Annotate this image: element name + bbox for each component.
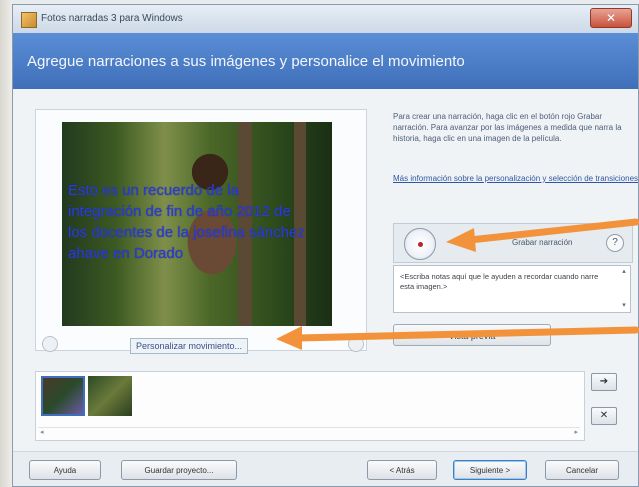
annotation-arrow bbox=[276, 326, 639, 350]
annotation-arrow bbox=[446, 218, 639, 252]
annotation-arrows bbox=[276, 218, 639, 350]
